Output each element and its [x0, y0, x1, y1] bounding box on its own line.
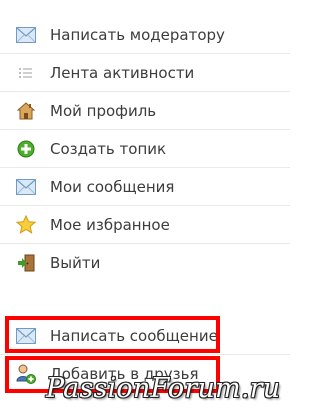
menu-item-label: Лента активности	[50, 63, 195, 82]
menu-item-label: Написать модератору	[50, 25, 225, 44]
envelope-icon	[16, 326, 36, 346]
home-profile-icon	[16, 101, 36, 121]
action-label: Добавить в друзья	[50, 365, 199, 383]
add-user-icon	[16, 364, 36, 384]
menu-item-label: Мой профиль	[50, 101, 157, 120]
exit-door-icon	[16, 253, 36, 273]
action-label: Написать сообщение	[50, 326, 218, 345]
menu-item-my-messages[interactable]: Мои сообщения	[0, 168, 290, 206]
action-write-message[interactable]: Написать сообщение	[0, 317, 290, 355]
envelope-icon	[16, 177, 36, 197]
menu-item-activity-feed[interactable]: Лента активности	[0, 54, 290, 92]
star-icon	[16, 215, 36, 235]
activity-list-icon	[16, 63, 36, 83]
menu-item-label: Создать топик	[50, 139, 167, 158]
menu-item-label: Мои сообщения	[50, 177, 175, 196]
user-menu: Написать модератору Лента активности Мой…	[0, 16, 290, 282]
menu-item-label: Мое избранное	[50, 215, 170, 234]
action-add-friend[interactable]: Добавить в друзья	[0, 355, 290, 393]
profile-actions: Написать сообщение Добавить в друзья	[0, 317, 290, 393]
menu-item-favorites[interactable]: Мое избранное	[0, 206, 290, 244]
menu-item-label: Выйти	[50, 254, 101, 272]
menu-item-logout[interactable]: Выйти	[0, 244, 290, 282]
menu-item-create-topic[interactable]: Создать топик	[0, 130, 290, 168]
menu-item-write-moderator[interactable]: Написать модератору	[0, 16, 290, 54]
menu-item-my-profile[interactable]: Мой профиль	[0, 92, 290, 130]
plus-circle-icon	[16, 139, 36, 159]
envelope-icon	[16, 25, 36, 45]
